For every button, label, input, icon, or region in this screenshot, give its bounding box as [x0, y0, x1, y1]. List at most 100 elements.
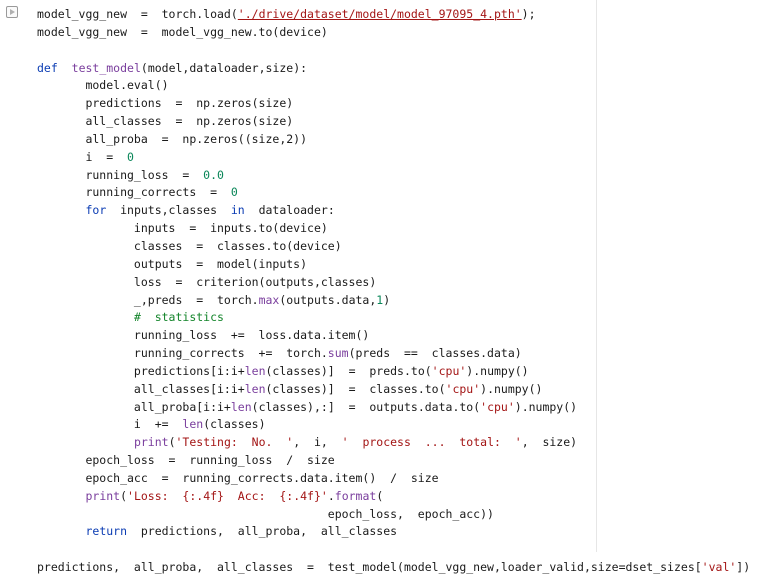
code-token: ).numpy(): [514, 399, 578, 414]
code-token: in: [230, 203, 245, 218]
code-token: ): [383, 292, 391, 307]
code-token: predictions[i:i+: [37, 363, 245, 378]
code-line: model_vgg_new = model_vgg_new.to(device): [37, 24, 750, 42]
code-line: model.eval(): [37, 77, 750, 95]
code-line: print('Loss: {:.4f} Acc: {:.4f}'.format(: [37, 488, 750, 506]
code-line: all_classes[i:i+len(classes)] = classes.…: [37, 381, 750, 399]
code-line: for inputs,classes in dataloader:: [37, 202, 750, 220]
code-token: (: [168, 435, 176, 450]
code-line: def test_model(model,dataloader,size):: [37, 60, 750, 78]
code-token: inputs = inputs.to(device): [37, 221, 328, 236]
code-token: _,preds = torch.: [37, 292, 259, 307]
code-token: print: [85, 488, 121, 503]
code-token: for: [85, 203, 107, 218]
code-token: all_proba = np.zeros((size,2)): [37, 131, 308, 146]
code-token: ]): [736, 560, 751, 575]
code-token: (classes)] = preds.to(: [265, 363, 432, 378]
code-line: running_loss += loss.data.item(): [37, 327, 750, 345]
code-token: return: [85, 524, 128, 539]
code-token: model_vgg_new = model_vgg_new.to(device): [37, 24, 328, 39]
code-token: all_classes = np.zeros(size): [37, 114, 294, 129]
code-token: loss = criterion(outputs,classes): [37, 274, 377, 289]
code-token: predictions, all_proba, all_classes = te…: [37, 560, 702, 575]
code-token: 'Testing: No. ': [175, 435, 294, 450]
code-line: running_corrects += torch.sum(preds == c…: [37, 345, 750, 363]
code-token: epoch_loss = running_loss / size: [37, 453, 335, 468]
code-line: predictions, all_proba, all_classes = te…: [37, 559, 750, 577]
code-token: (outputs.data,: [279, 292, 377, 307]
code-line: epoch_acc = running_corrects.data.item()…: [37, 470, 750, 488]
code-token: (model,dataloader,size):: [140, 60, 308, 75]
code-token: (: [376, 488, 384, 503]
cell-gutter: [0, 0, 28, 582]
code-token: print: [133, 435, 169, 450]
run-cell-icon[interactable]: [6, 6, 18, 18]
code-token: 'cpu': [431, 363, 467, 378]
code-token: 'cpu': [480, 399, 515, 414]
code-token: len: [230, 399, 252, 414]
code-token: len: [182, 417, 204, 432]
code-line: predictions[i:i+len(classes)] = preds.to…: [37, 363, 750, 381]
code-token: (classes): [203, 417, 266, 432]
code-token: , size): [521, 435, 578, 450]
code-token: max: [258, 292, 280, 307]
code-token: dataloader:: [244, 203, 335, 218]
code-token: test_model: [71, 60, 141, 75]
code-token: 0.0: [203, 167, 224, 182]
code-token: len: [244, 363, 266, 378]
code-line: print('Testing: No. ', i, ' process ... …: [37, 434, 750, 452]
code-line: outputs = model(inputs): [37, 256, 750, 274]
code-editor[interactable]: model_vgg_new = torch.load('./drive/data…: [37, 6, 750, 577]
code-token: len: [244, 381, 266, 396]
code-line: all_proba = np.zeros((size,2)): [37, 131, 750, 149]
code-token: outputs = model(inputs): [37, 256, 308, 271]
code-line: _,preds = torch.max(outputs.data,1): [37, 292, 750, 310]
code-token: (preds == classes.data): [348, 346, 522, 361]
code-line: i = 0: [37, 149, 750, 167]
code-token: (classes)] = classes.to(: [265, 381, 446, 396]
code-token: 0: [127, 149, 134, 164]
code-token: , i,: [293, 435, 342, 450]
code-line: classes = classes.to(device): [37, 238, 750, 256]
code-token: (classes),:] = outputs.data.to(: [251, 399, 481, 414]
code-token: );: [521, 7, 536, 21]
code-line: i += len(classes): [37, 416, 750, 434]
code-line: model_vgg_new = torch.load('./drive/data…: [37, 6, 750, 24]
code-token: ' process ... total: ': [341, 435, 522, 450]
code-token: running_loss += loss.data.item(): [37, 328, 370, 343]
code-token: 'val': [701, 560, 737, 575]
code-token: model_vgg_new = torch.load(: [37, 7, 238, 21]
code-token: running_corrects =: [37, 185, 231, 200]
code-token: ).numpy(): [466, 363, 529, 378]
code-line: all_proba[i:i+len(classes),:] = outputs.…: [37, 399, 750, 417]
code-token: i +=: [37, 417, 183, 432]
code-token: epoch_acc = running_corrects.data.item()…: [37, 470, 439, 485]
code-token: './drive/dataset/model/model_97095_4.pth…: [237, 7, 522, 21]
code-token: predictions, all_proba, all_classes: [127, 524, 398, 539]
code-token: classes = classes.to(device): [37, 238, 342, 253]
code-token: sum: [327, 346, 349, 361]
code-token: 0: [230, 185, 238, 200]
code-token: 'Loss: {:.4f} Acc: {:.4f}': [127, 488, 328, 503]
code-token: (: [120, 488, 128, 503]
code-token: running_loss =: [37, 167, 204, 182]
code-token: all_proba[i:i+: [37, 399, 231, 414]
code-line: inputs = inputs.to(device): [37, 220, 750, 238]
code-token: 'cpu': [445, 381, 481, 396]
code-line: loss = criterion(outputs,classes): [37, 274, 750, 292]
code-token: all_classes[i:i+: [37, 381, 245, 396]
code-token: i =: [37, 149, 128, 164]
code-token: # statistics: [133, 310, 224, 325]
code-line: return predictions, all_proba, all_class…: [37, 523, 750, 541]
code-token: ).numpy(): [480, 381, 543, 396]
code-cell[interactable]: model_vgg_new = torch.load('./drive/data…: [0, 0, 762, 582]
code-token: format: [334, 488, 377, 503]
code-token: running_corrects += torch.: [37, 346, 328, 361]
code-token: .: [327, 488, 335, 503]
